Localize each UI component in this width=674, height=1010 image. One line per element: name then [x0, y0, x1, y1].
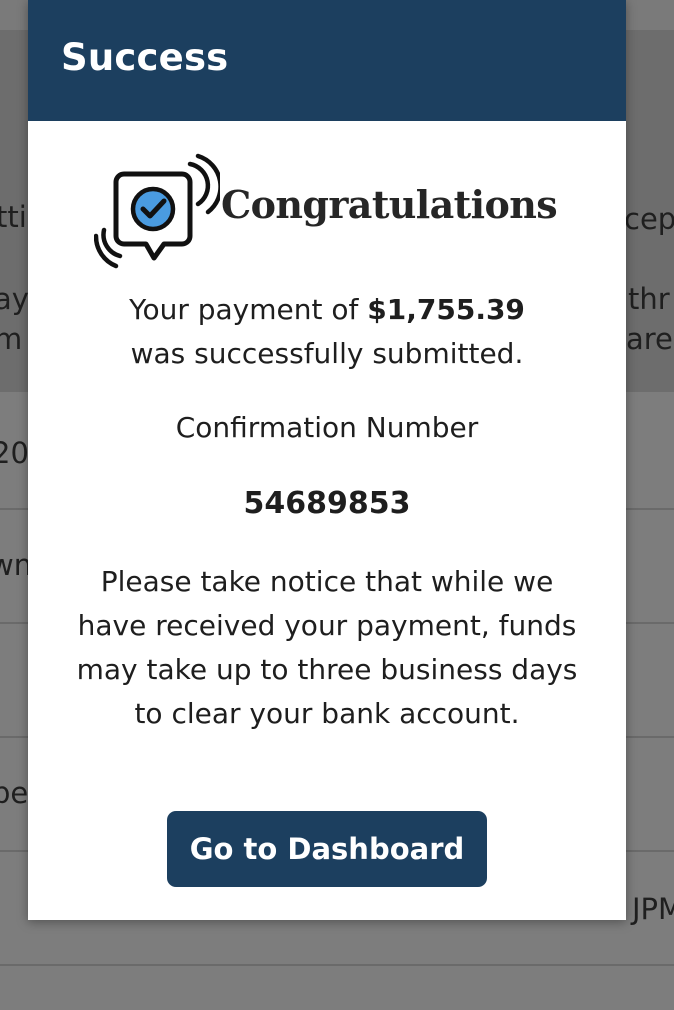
success-modal: Success Congratulations Your payment of … [28, 0, 626, 920]
confirmation-label: Confirmation Number [175, 411, 479, 444]
background-text-fragment: pe [0, 776, 29, 810]
payment-message: Your payment of $1,755.39 was successful… [28, 288, 626, 376]
background-text-fragment: 20 [0, 436, 29, 470]
background-text-fragment: m [0, 322, 23, 356]
confirmation-number: 54689853 [243, 486, 411, 521]
payment-prefix: Your payment of [129, 293, 368, 326]
background-row-divider [0, 964, 674, 966]
go-to-dashboard-button[interactable]: Go to Dashboard [167, 811, 487, 887]
congratulations-heading: Congratulations [221, 182, 558, 227]
payment-suffix: was successfully submitted. [130, 337, 524, 370]
modal-title: Success [61, 36, 229, 79]
chat-bubble-checkmark-icon [94, 153, 220, 269]
background-text-fragment: cept [624, 202, 674, 236]
payment-amount: $1,755.39 [367, 293, 525, 326]
modal-header: Success [28, 0, 626, 121]
background-text-fragment: JPM [632, 892, 674, 926]
notice-text: Please take notice that while we have re… [76, 565, 578, 730]
background-text-fragment: thr [628, 282, 670, 316]
congratulations-banner: Congratulations [94, 152, 564, 274]
background-text-fragment: ay [0, 282, 29, 316]
background-text-fragment: are [626, 322, 673, 356]
